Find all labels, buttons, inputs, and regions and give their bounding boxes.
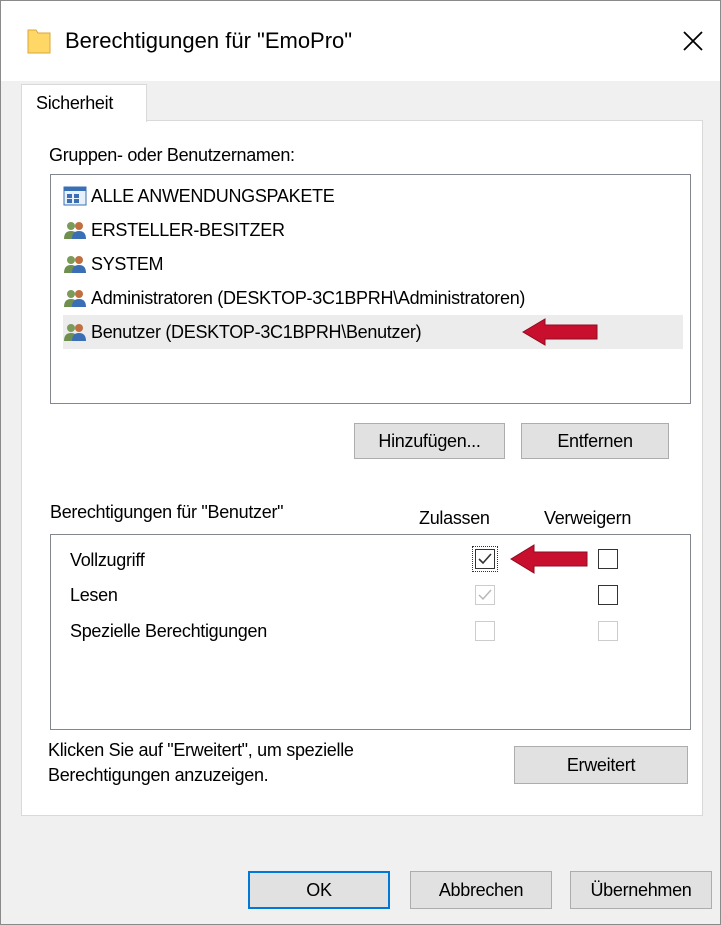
list-item-label: SYSTEM [91,253,164,274]
close-icon[interactable] [673,21,713,61]
dialog-client-area: Sicherheit Gruppen- oder Benutzernamen: … [1,81,720,924]
list-item-system[interactable]: SYSTEM [63,247,683,281]
permissions-label: Berechtigungen für "Benutzer" [50,502,284,522]
list-item-label: ALLE ANWENDUNGSPAKETE [91,185,335,206]
tab-label: Sicherheit [36,93,114,113]
add-button[interactable]: Hinzufügen... [354,423,505,459]
special-allow-checkbox [475,621,495,641]
users-icon [64,324,86,341]
window-title: Berechtigungen für "EmoPro" [65,28,353,53]
checkmark-icon [478,553,492,565]
tab-sicherheit[interactable]: Sicherheit [21,84,147,122]
checkmark-icon [478,589,492,601]
perm-row-label: Lesen [70,585,118,605]
read-allow-checkbox [475,585,495,605]
ok-button[interactable]: OK [248,871,390,909]
groups-label: Gruppen- oder Benutzernamen: [49,145,295,165]
security-tab-panel: Gruppen- oder Benutzernamen: ALLE ANWEND… [21,120,703,816]
list-item-label: Administratoren (DESKTOP-3C1BPRH\Adminis… [91,287,526,308]
full-control-deny-checkbox[interactable] [598,549,618,569]
users-icon [64,256,86,273]
users-icon [64,290,86,307]
app-packages-icon [63,186,87,206]
list-item-all-app-packages[interactable]: ALLE ANWENDUNGSPAKETE [63,179,683,213]
read-deny-checkbox[interactable] [598,585,618,605]
groups-listbox[interactable]: ALLE ANWENDUNGSPAKETE ERSTELLER-BESITZER… [50,174,691,404]
users-icon [64,222,86,239]
perm-row-label: Spezielle Berechtigungen [70,621,267,641]
list-item-administrators[interactable]: Administratoren (DESKTOP-3C1BPRH\Adminis… [63,281,683,315]
advanced-hint-line2: Berechtigungen anzuzeigen. [48,765,269,785]
list-item-creator-owner[interactable]: ERSTELLER-BESITZER [63,213,683,247]
full-control-allow-checkbox[interactable] [472,546,498,572]
apply-button[interactable]: Übernehmen [570,871,712,909]
deny-column-header: Verweigern [544,508,632,528]
advanced-button[interactable]: Erweitert [514,746,688,784]
annotation-arrow-icon [510,544,588,574]
remove-button[interactable]: Entfernen [521,423,669,459]
perm-row-label: Vollzugriff [70,550,145,570]
cancel-button[interactable]: Abbrechen [410,871,552,909]
folder-icon [27,29,51,54]
list-item-label: Benutzer (DESKTOP-3C1BPRH\Benutzer) [91,321,422,342]
allow-column-header: Zulassen [419,508,490,528]
list-item-label: ERSTELLER-BESITZER [91,219,285,240]
permissions-dialog: Berechtigungen für "EmoPro" Sicherheit G… [0,0,721,925]
permissions-list: Vollzugriff Lesen Spezielle Berechtigung… [50,534,691,730]
annotation-arrow-icon [522,318,598,346]
special-deny-checkbox [598,621,618,641]
title-bar: Berechtigungen für "EmoPro" [1,1,720,81]
advanced-hint-line1: Klicken Sie auf "Erweitert", um speziell… [48,740,354,760]
